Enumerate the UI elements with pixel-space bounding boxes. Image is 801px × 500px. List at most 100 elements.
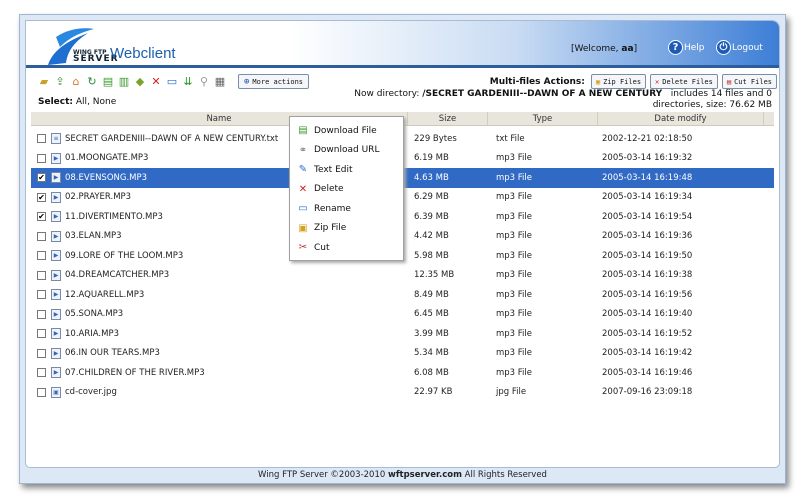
row-checkbox[interactable] xyxy=(37,231,46,241)
row-checkbox[interactable] xyxy=(37,290,46,300)
footer: Wing FTP Server ©2003-2010 wftpserver.co… xyxy=(20,470,785,480)
column-date[interactable]: Date modify xyxy=(598,112,764,125)
move-icon[interactable]: ◆ xyxy=(134,75,146,88)
plus-icon: ⊕ xyxy=(244,76,250,87)
name-cell: ▶ 04.DREAMCATCHER.MP3 xyxy=(31,269,408,281)
file-date: 2005-03-14 16:19:38 xyxy=(602,270,693,281)
select-all-link[interactable]: All xyxy=(76,97,87,107)
help-icon: ? xyxy=(668,40,683,55)
row-checkbox[interactable] xyxy=(37,309,46,319)
row-checkbox[interactable] xyxy=(37,329,46,339)
file-name[interactable]: 12.AQUARELL.MP3 xyxy=(65,290,144,300)
name-cell: ▶ 07.CHILDREN OF THE RIVER.MP3 xyxy=(31,367,408,379)
row-checkbox[interactable]: ✔ xyxy=(37,173,46,183)
dir-info-line2: directories, size: 76.62 MB xyxy=(652,100,772,110)
delete-files-label: Delete Files xyxy=(662,77,713,86)
table-row[interactable]: ▶ 05.SONA.MP3 6.45 MB mp3 File 2005-03-14 16… xyxy=(31,305,774,325)
file-size: 5.98 MB xyxy=(414,250,449,261)
row-checkbox[interactable] xyxy=(37,368,46,378)
logout-link[interactable]: ⏻ Logout xyxy=(716,40,763,55)
file-size: 229 Bytes xyxy=(414,133,457,144)
table-row[interactable]: ▶ 12.AQUARELL.MP3 8.49 MB mp3 File 2005-03-1… xyxy=(31,285,774,305)
file-type: mp3 File xyxy=(496,211,533,222)
footer-site-link[interactable]: wftpserver.com xyxy=(388,470,462,480)
select-none-link[interactable]: None xyxy=(93,97,116,107)
file-name[interactable]: 08.EVENSONG.MP3 xyxy=(65,173,147,183)
file-name[interactable]: 10.ARIA.MP3 xyxy=(65,329,119,339)
file-type: mp3 File xyxy=(496,270,533,281)
row-checkbox[interactable] xyxy=(37,387,46,397)
file-type: mp3 File xyxy=(496,250,533,261)
table-row[interactable]: ▶ 07.CHILDREN OF THE RIVER.MP3 6.08 MB mp3 … xyxy=(31,363,774,383)
delete-icon: ✕ xyxy=(655,77,660,86)
file-date: 2005-03-14 16:19:46 xyxy=(602,367,693,378)
power-icon: ⏻ xyxy=(716,40,731,55)
table-row[interactable]: ▶ 06.IN OUR TEARS.MP3 5.34 MB mp3 File 2005-… xyxy=(31,344,774,364)
upload-icon[interactable]: ⇪ xyxy=(54,75,66,88)
copy-icon[interactable]: ▥ xyxy=(118,75,130,88)
sort-icon[interactable]: ⇊ xyxy=(182,75,194,88)
row-checkbox[interactable] xyxy=(37,251,46,261)
file-type: mp3 File xyxy=(496,289,533,300)
txt-file-icon: ≡ xyxy=(51,133,61,145)
file-name[interactable]: 04.DREAMCATCHER.MP3 xyxy=(65,270,169,280)
file-size: 12.35 MB xyxy=(414,270,455,281)
mp3-file-icon: ▶ xyxy=(51,289,61,301)
file-name[interactable]: 09.LORE OF THE LOOM.MP3 xyxy=(65,251,183,261)
new-folder-icon[interactable]: ▰ xyxy=(38,75,50,88)
table-row[interactable]: ▶ 10.ARIA.MP3 3.99 MB mp3 File 2005-03-14 16… xyxy=(31,324,774,344)
file-size: 6.08 MB xyxy=(414,367,449,378)
row-checkbox[interactable] xyxy=(37,348,46,358)
zip-files-label: Zip Files xyxy=(603,77,642,86)
file-name[interactable]: 07.CHILDREN OF THE RIVER.MP3 xyxy=(65,368,205,378)
file-type: jpg File xyxy=(496,387,527,398)
table-row[interactable]: ▣ cd-cover.jpg 22.97 KB jpg File 2007-09-16 … xyxy=(31,383,774,403)
row-checkbox[interactable]: ✔ xyxy=(37,212,46,222)
cut-files-label: Cut Files xyxy=(734,77,772,86)
menu-item-download-file[interactable]: ▤ Download File xyxy=(290,121,403,141)
zip-files-button[interactable]: ▣ Zip Files xyxy=(590,74,647,89)
file-date: 2005-03-14 16:19:54 xyxy=(602,211,693,222)
row-checkbox[interactable] xyxy=(37,134,46,144)
menu-item-label: Download URL xyxy=(314,145,380,156)
view-icon[interactable]: ▦ xyxy=(214,75,226,88)
mp3-file-icon: ▶ xyxy=(51,191,61,203)
menu-item-delete[interactable]: ✕ Delete xyxy=(290,180,403,200)
menu-item-download-url[interactable]: ⚭ Download URL xyxy=(290,141,403,161)
menu-item-text-edit[interactable]: ✎ Text Edit xyxy=(290,160,403,180)
row-checkbox[interactable] xyxy=(37,153,46,163)
file-date: 2005-03-14 16:19:36 xyxy=(602,231,693,242)
cut-files-button[interactable]: ▤ Cut Files xyxy=(721,74,777,89)
file-name[interactable]: 03.ELAN.MP3 xyxy=(65,231,122,241)
row-checkbox[interactable]: ✔ xyxy=(37,192,46,202)
file-name[interactable]: 11.DIVERTIMENTO.MP3 xyxy=(65,212,163,222)
rename-icon[interactable]: ▭ xyxy=(166,75,178,88)
file-name[interactable]: 05.SONA.MP3 xyxy=(65,309,123,319)
menu-item-rename[interactable]: ▭ Rename xyxy=(290,199,403,219)
delete-icon[interactable]: ✕ xyxy=(150,75,162,88)
menu-item-cut[interactable]: ✂ Cut xyxy=(290,238,403,258)
refresh-icon[interactable]: ↻ xyxy=(86,75,98,88)
multi-actions-label: Multi-files Actions: xyxy=(489,76,585,87)
file-size: 4.63 MB xyxy=(414,172,449,183)
help-link[interactable]: ? Help xyxy=(668,40,705,55)
row-checkbox[interactable] xyxy=(37,270,46,280)
column-type[interactable]: Type xyxy=(488,112,598,125)
search-icon[interactable]: ⚲ xyxy=(198,75,210,88)
file-name[interactable]: SECRET GARDENIII--DAWN OF A NEW CENTURY.… xyxy=(65,134,278,144)
column-size[interactable]: Size xyxy=(408,112,488,125)
name-cell: ▶ 10.ARIA.MP3 xyxy=(31,328,408,340)
table-row[interactable]: ▶ 04.DREAMCATCHER.MP3 12.35 MB mp3 File 2005… xyxy=(31,266,774,286)
file-name[interactable]: 02.PRAYER.MP3 xyxy=(65,192,131,202)
file-name[interactable]: 01.MOONGATE.MP3 xyxy=(65,153,148,163)
file-name[interactable]: 06.IN OUR TEARS.MP3 xyxy=(65,348,160,358)
edit-icon: ✎ xyxy=(298,164,308,176)
file-name[interactable]: cd-cover.jpg xyxy=(65,387,117,397)
mp3-file-icon: ▶ xyxy=(51,172,61,184)
download-icon[interactable]: ▤ xyxy=(102,75,114,88)
more-actions-button[interactable]: ⊕ More actions xyxy=(238,74,309,89)
delete-files-button[interactable]: ✕ Delete Files xyxy=(650,74,718,89)
menu-item-zip-file[interactable]: ▣ Zip File xyxy=(290,219,403,239)
header: WING FTP SERVER Webclient [Welcome, aa] ?… xyxy=(26,21,779,68)
home-icon[interactable]: ⌂ xyxy=(70,75,82,88)
